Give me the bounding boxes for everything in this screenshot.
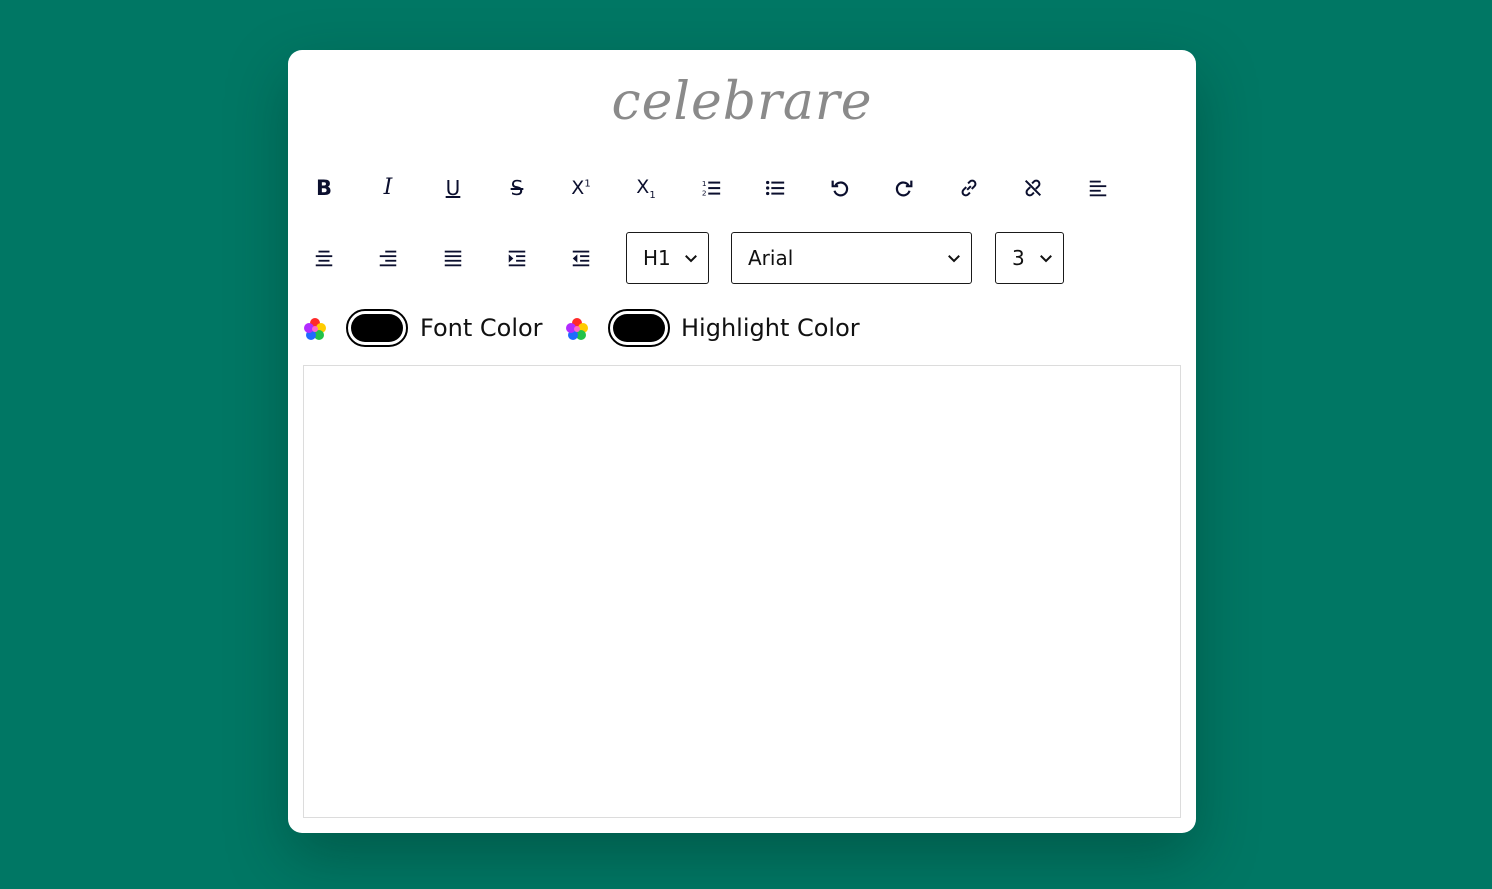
indent-icon xyxy=(508,250,526,267)
ordered-list-icon: 1 2 xyxy=(702,179,721,197)
link-button[interactable] xyxy=(949,168,989,208)
chevron-down-icon xyxy=(685,255,697,263)
subscript-icon: X1 xyxy=(636,175,656,201)
superscript-icon: X1 xyxy=(571,177,591,199)
font-color-label: Font Color xyxy=(420,314,543,342)
indent-button[interactable] xyxy=(497,238,537,278)
unordered-list-button[interactable] xyxy=(755,168,795,208)
chevron-down-icon xyxy=(948,255,960,263)
font-family-select[interactable]: Arial xyxy=(731,232,972,284)
heading-select-value: H1 xyxy=(643,246,671,270)
outdent-icon xyxy=(572,250,590,267)
align-center-icon xyxy=(315,250,333,267)
underline-button[interactable]: U xyxy=(433,168,473,208)
ordered-list-button[interactable]: 1 2 xyxy=(691,168,731,208)
redo-icon xyxy=(895,180,913,197)
svg-text:1: 1 xyxy=(702,179,707,188)
font-color-picker[interactable] xyxy=(346,309,408,347)
underline-icon: U xyxy=(445,176,461,200)
align-right-icon xyxy=(379,250,397,267)
logo: celebrare xyxy=(611,72,873,132)
bold-icon: B xyxy=(315,175,332,200)
undo-icon xyxy=(831,180,849,197)
align-center-button[interactable] xyxy=(304,238,344,278)
heading-select[interactable]: H1 xyxy=(626,232,709,284)
font-color-swatch xyxy=(351,314,403,342)
align-right-button[interactable] xyxy=(368,238,408,278)
link-icon xyxy=(961,179,977,197)
unordered-list-icon xyxy=(766,180,785,196)
text-editor-area[interactable] xyxy=(303,365,1181,818)
highlight-color-picker[interactable] xyxy=(608,309,670,347)
bold-button[interactable]: B xyxy=(304,168,344,208)
font-family-select-value: Arial xyxy=(748,246,794,270)
svg-text:2: 2 xyxy=(702,188,707,197)
align-justify-icon xyxy=(444,250,462,267)
unlink-icon xyxy=(1024,179,1042,197)
align-left-button[interactable] xyxy=(1078,168,1118,208)
color-wheel-icon xyxy=(566,318,588,340)
strikethrough-icon: S xyxy=(510,176,524,200)
font-size-select[interactable]: 3 xyxy=(995,232,1064,284)
subscript-button[interactable]: X1 xyxy=(626,168,666,208)
highlight-color-swatch xyxy=(613,314,665,342)
superscript-button[interactable]: X1 xyxy=(561,168,601,208)
unlink-button[interactable] xyxy=(1013,168,1053,208)
color-wheel-icon xyxy=(304,318,326,340)
redo-button[interactable] xyxy=(884,168,924,208)
editor-card: celebrare B I U S X1 X1 1 2 H1 Arial 3 F… xyxy=(288,50,1196,833)
undo-button[interactable] xyxy=(820,168,860,208)
italic-button[interactable]: I xyxy=(368,168,408,208)
align-justify-button[interactable] xyxy=(433,238,473,278)
align-left-icon xyxy=(1089,180,1107,197)
chevron-down-icon xyxy=(1040,255,1052,263)
outdent-button[interactable] xyxy=(561,238,601,278)
strikethrough-button[interactable]: S xyxy=(497,168,537,208)
highlight-color-label: Highlight Color xyxy=(681,314,860,342)
font-size-select-value: 3 xyxy=(1012,246,1025,270)
italic-icon: I xyxy=(383,175,393,200)
